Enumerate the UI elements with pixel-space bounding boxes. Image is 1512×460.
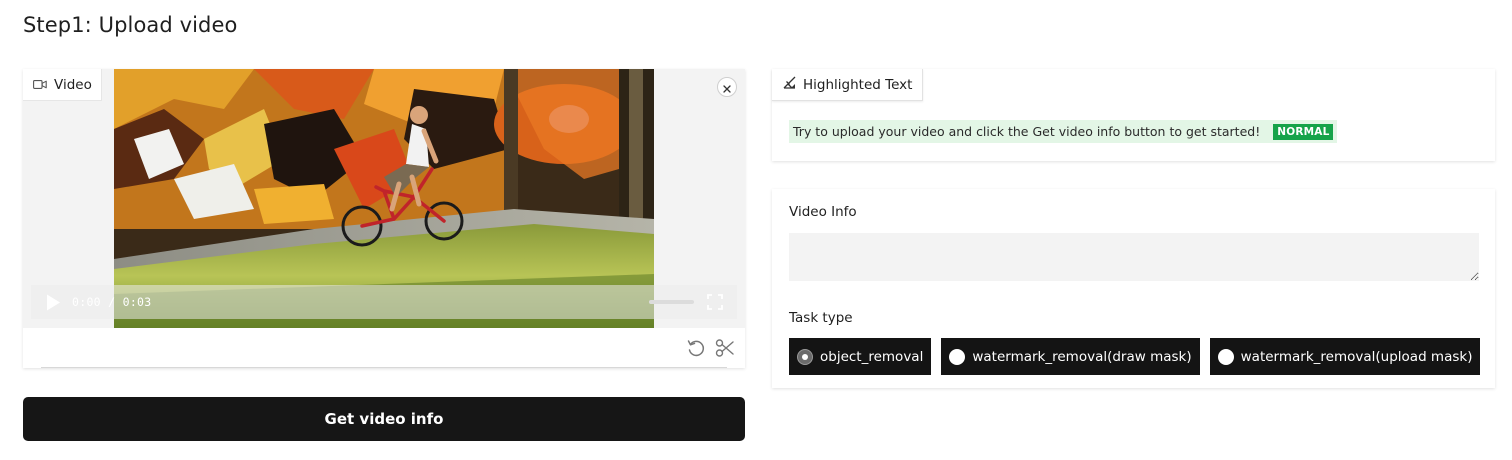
video-info-panel: Video Info Task type object_removal wate… bbox=[772, 189, 1495, 388]
fullscreen-icon bbox=[707, 294, 723, 310]
radio-unselected-icon[interactable] bbox=[1217, 348, 1234, 365]
undo-button[interactable] bbox=[686, 338, 706, 362]
trim-button[interactable] bbox=[715, 338, 735, 362]
video-info-label: Video Info bbox=[789, 204, 857, 220]
clear-video-button[interactable] bbox=[717, 77, 737, 97]
time-display: 0:00 / 0:03 bbox=[72, 295, 152, 309]
time-separator: / bbox=[108, 295, 116, 309]
close-icon bbox=[723, 78, 731, 97]
video-info-textarea[interactable] bbox=[789, 233, 1479, 281]
radio-unselected-icon[interactable] bbox=[949, 348, 966, 365]
radio-dot bbox=[802, 353, 808, 360]
play-icon bbox=[47, 294, 60, 310]
trim-timeline[interactable] bbox=[41, 367, 727, 368]
task-option-label: watermark_removal(draw mask) bbox=[972, 348, 1192, 365]
get-video-info-button[interactable]: Get video info bbox=[23, 397, 745, 441]
task-type-label: Task type bbox=[789, 310, 853, 326]
video-upload-panel: Video 0:00 / 0:03 bbox=[23, 69, 745, 368]
scissors-icon bbox=[715, 339, 734, 357]
task-option-label: watermark_removal(upload mask) bbox=[1240, 348, 1473, 365]
highlighted-text-label-tab: Highlighted Text bbox=[772, 69, 924, 101]
video-camera-icon bbox=[33, 79, 47, 90]
task-type-radio-group: object_removal watermark_removal(draw ma… bbox=[789, 338, 1481, 375]
task-option-label: object_removal bbox=[820, 348, 924, 365]
video-label-tab: Video bbox=[23, 69, 102, 101]
fullscreen-button[interactable] bbox=[707, 294, 723, 314]
highlight-text: Try to upload your video and click the G… bbox=[793, 124, 1261, 139]
video-editor-toolbar bbox=[23, 328, 745, 368]
highlight-text-icon bbox=[783, 76, 796, 93]
time-total: 0:03 bbox=[122, 295, 152, 309]
video-controls-bar: 0:00 / 0:03 bbox=[31, 285, 737, 319]
highlight-row: Try to upload your video and click the G… bbox=[789, 120, 1338, 143]
video-label-text: Video bbox=[54, 76, 92, 93]
normal-tag-badge: NORMAL bbox=[1273, 123, 1334, 140]
play-button[interactable] bbox=[46, 294, 61, 311]
highlighted-text-panel: Highlighted Text Try to upload your vide… bbox=[772, 69, 1495, 161]
task-option-object-removal[interactable]: object_removal bbox=[789, 338, 932, 375]
task-option-watermark-draw-mask[interactable]: watermark_removal(draw mask) bbox=[941, 338, 1200, 375]
time-current: 0:00 bbox=[72, 295, 101, 309]
page-title: Step1: Upload video bbox=[23, 13, 238, 37]
highlighted-text-label: Highlighted Text bbox=[803, 76, 913, 93]
seek-bar[interactable] bbox=[649, 300, 694, 304]
task-option-watermark-upload-mask[interactable]: watermark_removal(upload mask) bbox=[1209, 338, 1481, 375]
radio-selected-icon[interactable] bbox=[797, 348, 813, 365]
undo-icon bbox=[687, 340, 705, 357]
